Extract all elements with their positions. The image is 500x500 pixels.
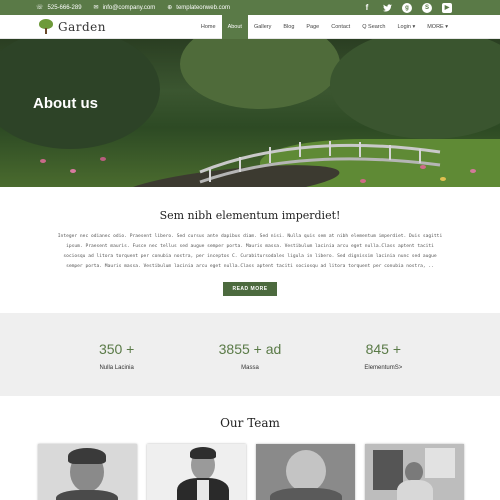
team-member-photo[interactable] <box>256 444 355 500</box>
stat-value: 350 + <box>98 341 135 357</box>
phone-number: 525-666-289 <box>47 4 82 11</box>
bridge-image <box>199 141 441 184</box>
stats-section: 350 + Nulla Lacinia 3855 + ad Massa 845 … <box>0 313 500 396</box>
phone-icon: ☏ <box>36 5 44 11</box>
main-navigation: Garden Home About Gallery Blog Page Cont… <box>0 14 500 39</box>
stat-label: Massa <box>241 365 259 371</box>
menu: Home About Gallery Blog Page Contact Q S… <box>195 14 454 39</box>
tree-icon <box>38 18 54 35</box>
team-member-photo[interactable] <box>38 444 137 500</box>
site-logo[interactable]: Garden <box>38 18 106 35</box>
intro-body: Integer nec odianec odio. Praesent liber… <box>57 234 443 269</box>
team-photos <box>38 444 464 500</box>
twitter-icon[interactable] <box>382 3 392 13</box>
team-heading: Our Team <box>220 416 280 430</box>
nav-page[interactable]: Page <box>300 15 325 39</box>
google-plus-icon[interactable]: g <box>402 2 412 13</box>
team-section: Our Team <box>0 396 500 500</box>
intro-section: Sem nibh elementum imperdiet! Integer ne… <box>0 187 500 313</box>
logo-text: Garden <box>58 19 106 34</box>
page-title: About us <box>33 95 98 112</box>
stat-value: 3855 + ad <box>218 341 282 357</box>
stat-item: 845 + ElementumS> <box>333 313 433 396</box>
top-info-bar: ☏ 525-666-289 ✉ info@company.com ⊕ templ… <box>0 0 500 15</box>
nav-login-dropdown[interactable]: Login ▾ <box>391 15 421 39</box>
nav-about[interactable]: About <box>221 14 248 39</box>
nav-more-dropdown[interactable]: MORE ▾ <box>421 15 454 39</box>
stat-item: 350 + Nulla Lacinia <box>67 313 167 396</box>
hero-banner: About us <box>0 39 500 187</box>
stat-item: 3855 + ad Massa <box>200 313 300 396</box>
stat-value: 845 + <box>365 341 402 357</box>
team-member-photo[interactable] <box>147 444 246 500</box>
intro-heading: Sem nibh elementum imperdiet! <box>159 209 341 222</box>
website-contact[interactable]: ⊕ templateonweb.com <box>167 4 230 12</box>
social-links: f g S ▶ <box>362 2 452 13</box>
nav-home[interactable]: Home <box>195 15 222 39</box>
globe-icon: ⊕ <box>167 5 173 11</box>
email-address[interactable]: info@company.com <box>103 5 156 11</box>
nav-gallery[interactable]: Gallery <box>248 15 277 39</box>
email-contact[interactable]: ✉ info@company.com <box>93 4 156 12</box>
stat-label: ElementumS> <box>364 365 403 371</box>
stat-label: Nulla Lacinia <box>99 365 134 371</box>
envelope-icon: ✉ <box>93 5 99 11</box>
nav-blog[interactable]: Blog <box>277 15 300 39</box>
team-member-photo[interactable] <box>365 444 464 500</box>
read-more-button[interactable]: READ MORE <box>223 282 277 296</box>
nav-search[interactable]: Q Search <box>356 15 391 39</box>
nav-contact[interactable]: Contact <box>325 15 356 39</box>
facebook-icon[interactable]: f <box>362 3 372 13</box>
website-link[interactable]: templateonweb.com <box>176 5 230 11</box>
skype-icon[interactable]: S <box>422 2 432 13</box>
youtube-icon[interactable]: ▶ <box>442 2 452 13</box>
phone-contact: ☏ 525-666-289 <box>36 4 82 12</box>
